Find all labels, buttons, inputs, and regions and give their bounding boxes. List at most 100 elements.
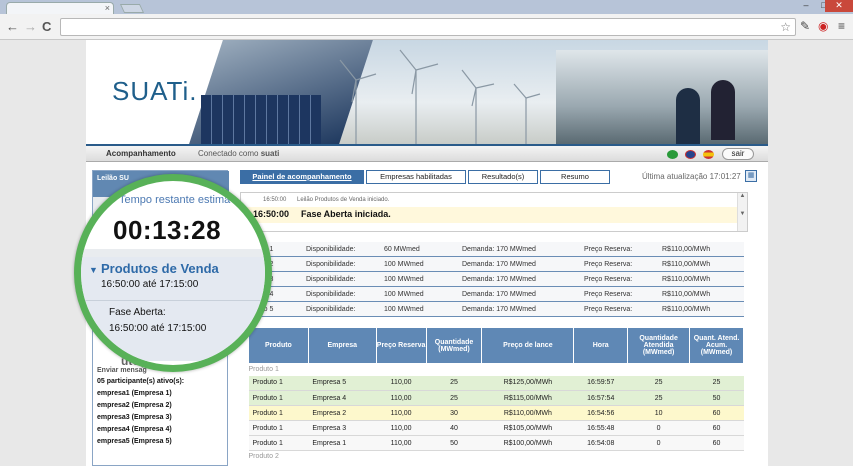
product-row: oduto 1Disponibilidade:60 MWmedDemanda: … [248, 242, 744, 257]
col-empresa-cell: Empresa 5 [308, 375, 377, 391]
col-quantidade-cell: 25 [426, 375, 482, 391]
col-qtd-acum-cell: 50 [689, 390, 744, 406]
col-qtd-atendida-cell: 25 [627, 375, 690, 391]
reserve-price-label: Preço Reserva: [584, 246, 633, 253]
triangle-down-icon[interactable]: ▼ [89, 265, 98, 275]
pen-icon[interactable]: ✎ [800, 19, 810, 33]
minimize-icon[interactable]: – [797, 0, 815, 12]
new-tab-button[interactable] [119, 4, 145, 13]
reserve-price-value: R$110,00/MWh [662, 276, 711, 283]
col-preco-reserva-cell: 110,00 [376, 405, 427, 421]
col-qtd-acum-cell: 25 [689, 375, 744, 391]
participant-item: empresa4 (Empresa 4) [97, 426, 172, 433]
main-panel: Painel de acompanhamento Empresas habili… [240, 170, 762, 466]
message-scrollbar[interactable]: ▲ ▼ [737, 193, 747, 231]
col-quantidade-cell: 25 [426, 390, 482, 406]
col-empresa-cell: Empresa 1 [308, 435, 377, 451]
star-icon[interactable]: ☆ [780, 20, 791, 34]
col-preco-lance-cell: R$125,00/MWh [481, 375, 574, 391]
col-preco-reserva[interactable]: Preço Reserva [375, 327, 427, 364]
bid-row: Produto 1 Empresa 5 110,00 25 R$125,00/MWh 16… [248, 375, 744, 391]
col-qtd-acum-cell: 60 [689, 435, 744, 451]
col-produto-cell: Produto 1 [248, 420, 309, 436]
send-message-link[interactable]: Enviar mensag [97, 367, 147, 374]
product-group-title[interactable]: Produtos de Venda [101, 261, 219, 276]
col-preco-lance-cell: R$110,00/MWh [481, 405, 574, 421]
back-arrow-icon[interactable]: ← [6, 19, 19, 34]
message-text: Fase Aberta iniciada. [301, 209, 391, 219]
zoom-divider [81, 300, 265, 301]
participant-item: empresa2 (Empresa 2) [97, 402, 172, 409]
spain-flag-icon[interactable] [703, 150, 714, 159]
col-preco-lance-cell: R$100,00/MWh [481, 435, 574, 451]
col-qtd-atendida[interactable]: Quantidade Atendida (MWmed) [627, 327, 691, 364]
bid-row: Produto 1 Empresa 2 110,00 30 R$110,00/MWh 16… [248, 405, 744, 421]
close-window-icon[interactable]: ✕ [825, 0, 853, 12]
col-preco-lance[interactable]: Preço de lance [481, 327, 575, 364]
availability-label: Disponibilidade: [306, 246, 356, 253]
col-qtd-atendida-cell: 10 [627, 405, 690, 421]
col-hora[interactable]: Hora [573, 327, 629, 364]
col-produto-cell: Produto 1 [248, 405, 309, 421]
demand-value: Demanda: 170 MWmed [462, 306, 536, 313]
group-label: Produto 2 [248, 450, 744, 463]
bid-row: Produto 1 Empresa 3 110,00 40 R$105,00/MWh 16… [248, 420, 744, 436]
tab-resultados[interactable]: Resultado(s) [468, 170, 538, 184]
person-graphic [676, 88, 700, 144]
time-remaining-label: Tempo restante estima [119, 194, 231, 206]
message-small-text: Leilão Produtos de Venda iniciado. [297, 197, 390, 203]
menu-icon[interactable]: ≡ [838, 19, 845, 33]
brazil-flag-icon[interactable] [667, 150, 678, 159]
col-empresa[interactable]: Empresa [307, 327, 377, 364]
opera-icon[interactable]: ◉ [818, 19, 828, 33]
zoom-separator [81, 249, 265, 257]
col-empresa-cell: Empresa 2 [308, 405, 377, 421]
connected-prefix: Conectado como [198, 149, 259, 158]
message-time: 16:50:00 [253, 209, 290, 219]
forward-arrow-icon[interactable]: → [24, 19, 37, 34]
availability-label: Disponibilidade: [306, 261, 356, 268]
tab-empresas[interactable]: Empresas habilitadas [366, 170, 466, 184]
reserve-price-label: Preço Reserva: [584, 276, 633, 283]
col-hora-cell: 16:54:56 [573, 405, 628, 421]
product-row: oduto 3Disponibilidade:100 MWmedDemanda:… [248, 272, 744, 287]
col-preco-reserva-cell: 110,00 [376, 390, 427, 406]
nav-acompanhamento[interactable]: Acompanhamento [106, 149, 176, 158]
col-produto-cell: Produto 1 [248, 375, 309, 391]
wind-turbines-graphic [339, 49, 541, 144]
col-qtd-acum[interactable]: Quant. Atend. Acum. (MWmed) [689, 327, 744, 364]
col-quantidade-cell: 50 [426, 435, 482, 451]
reserve-price-value: R$110,00/MWh [662, 246, 711, 253]
col-quantidade[interactable]: Quantidade (MWmed) [425, 327, 483, 364]
dam-graphic [556, 50, 768, 144]
person-graphic [711, 80, 735, 140]
reload-icon[interactable]: C [42, 19, 51, 34]
reserve-price-value: R$110,00/MWh [662, 306, 711, 313]
bids-table: Produto Empresa Preço Reserva Quantidade (M… [248, 327, 744, 463]
tab-resumo[interactable]: Resumo [540, 170, 610, 184]
logout-button[interactable]: sair [722, 148, 754, 160]
time-remaining-value: 00:13:28 [113, 215, 222, 245]
col-hora-cell: 16:55:48 [573, 420, 628, 436]
col-preco-reserva-cell: 110,00 [376, 435, 427, 451]
demand-value: Demanda: 170 MWmed [462, 261, 536, 268]
uk-flag-icon[interactable] [685, 150, 696, 159]
group-label: Produto 1 [248, 363, 744, 376]
address-bar[interactable]: ☆ [60, 18, 796, 36]
browser-tab[interactable]: × [6, 2, 114, 14]
connected-user: suati [260, 149, 280, 158]
fase-time-range: 16:50:00 até 17:15:00 [109, 323, 207, 334]
group-row: Produto 1 [248, 363, 744, 376]
availability-label: Disponibilidade: [306, 276, 356, 283]
col-qtd-atendida-cell: 25 [627, 390, 690, 406]
suati-logo[interactable]: SUATi. [112, 76, 197, 107]
tab-painel[interactable]: Painel de acompanhamento [240, 170, 364, 184]
browser-tabstrip: × – □ ✕ [0, 0, 853, 14]
reserve-price-value: R$110,00/MWh [662, 291, 711, 298]
active-participants-count: 05 participante(s) ativo(s): [97, 378, 185, 385]
export-icon[interactable]: ▦ [745, 170, 757, 182]
tab-close-icon[interactable]: × [105, 3, 110, 13]
col-hora-cell: 16:54:08 [573, 435, 628, 451]
connected-as: Conectado como suati [198, 149, 279, 158]
group-row: Produto 2 [248, 450, 744, 463]
